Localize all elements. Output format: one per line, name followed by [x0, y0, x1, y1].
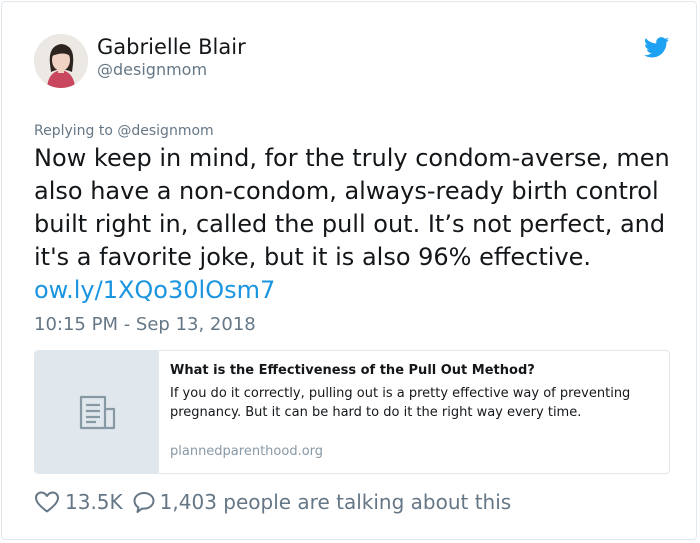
tweet-text-line: also have a non-condom, always-ready bir…: [34, 177, 659, 205]
document-icon: [79, 395, 116, 430]
tweet-card: Gabrielle Blair @designmom Replying to @…: [1, 1, 697, 540]
author-handle[interactable]: @designmom: [97, 60, 207, 80]
link-card-title: What is the Effectiveness of the Pull Ou…: [170, 363, 535, 378]
avatar[interactable]: [34, 34, 88, 88]
heart-icon[interactable]: [34, 490, 60, 514]
twitter-bird-icon[interactable]: [644, 37, 669, 58]
tweet-text-line: Now keep in mind, for the truly condom-a…: [34, 144, 670, 172]
speech-bubble-icon[interactable]: [132, 490, 156, 514]
engagement-bar: 13.5K 1,403 people are talking about thi…: [34, 487, 511, 517]
link-card-thumbnail: [35, 351, 159, 473]
tweet-link[interactable]: ow.ly/1XQo30lOsm7: [34, 274, 684, 307]
tweet-timestamp[interactable]: 10:15 PM - Sep 13, 2018: [34, 314, 256, 336]
reply-context[interactable]: Replying to @designmom: [34, 122, 214, 140]
link-card-domain: plannedparenthood.org: [170, 444, 324, 459]
tweet-text-line: it's a favorite joke, but it is also 96%…: [34, 243, 592, 271]
tweet-text: Now keep in mind, for the truly condom-a…: [34, 142, 684, 307]
conversation-count[interactable]: 1,403 people are talking about this: [160, 490, 512, 514]
link-card-description: If you do it correctly, pulling out is a…: [170, 386, 631, 420]
avatar-portrait: [34, 34, 88, 88]
author-display-name[interactable]: Gabrielle Blair: [97, 34, 246, 60]
link-preview-card[interactable]: What is the Effectiveness of the Pull Ou…: [34, 350, 670, 474]
like-count[interactable]: 13.5K: [65, 490, 123, 514]
tweet-text-line: built right in, called the pull out. It’…: [34, 210, 666, 238]
